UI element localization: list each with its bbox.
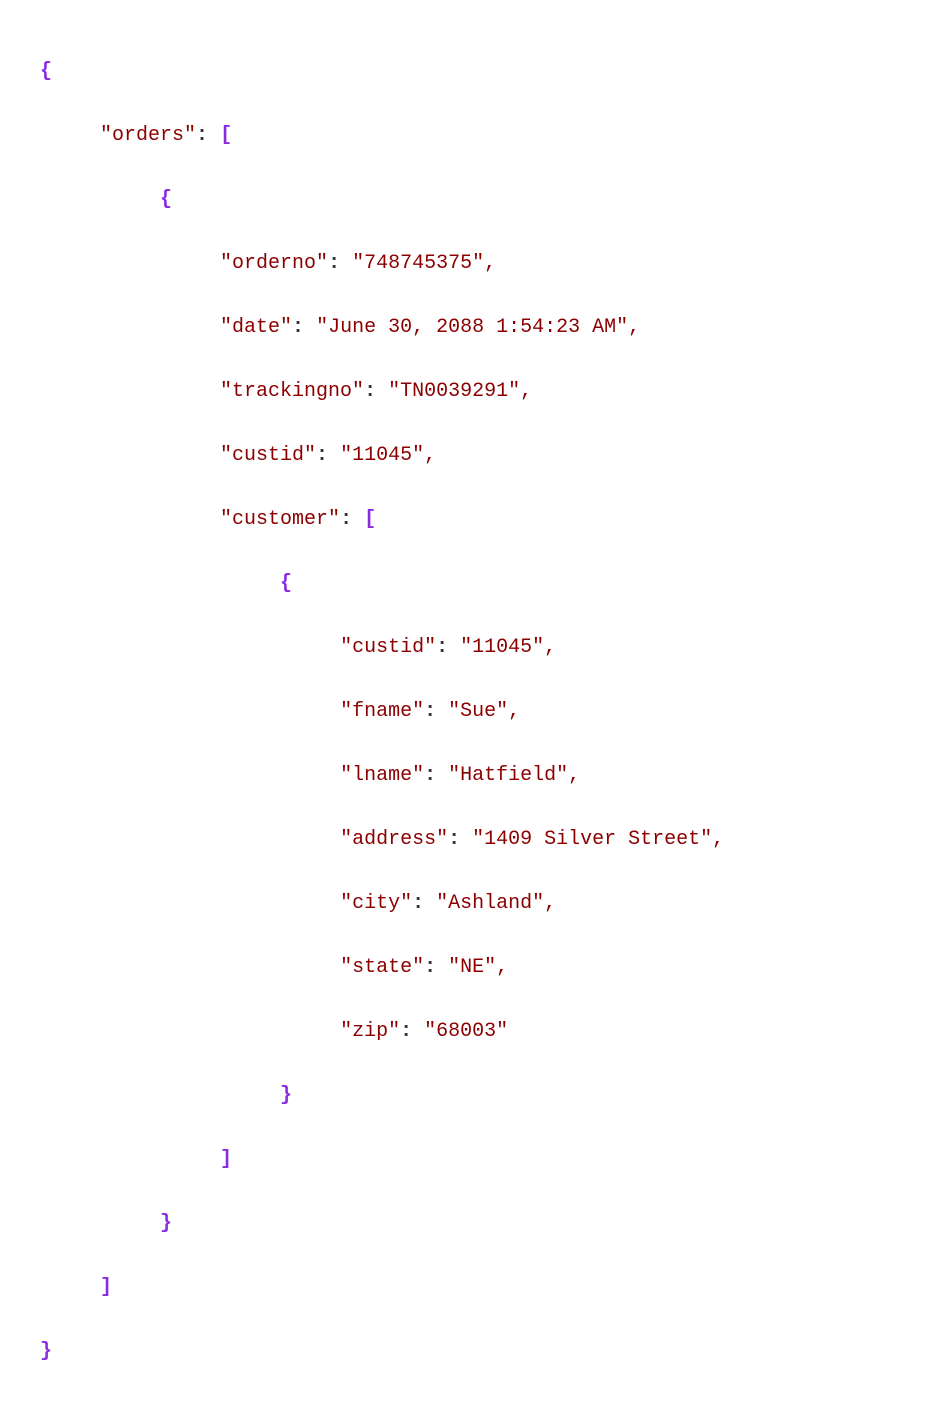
json-key: "trackingno"	[220, 380, 364, 403]
bracket-close: ]	[220, 1148, 232, 1171]
json-key: "city"	[340, 892, 412, 915]
code-line: ]	[40, 1144, 904, 1176]
brace-close: }	[40, 1340, 52, 1363]
json-value: "11045"	[460, 636, 544, 659]
brace-open: {	[40, 60, 52, 83]
code-line: "city": "Ashland",	[40, 888, 904, 920]
code-line: {	[40, 568, 904, 600]
json-key: "fname"	[340, 700, 424, 723]
json-key: "date"	[220, 316, 292, 339]
json-code-block: { "orders": [ { "orderno": "748745375", …	[40, 24, 904, 1400]
code-line: "trackingno": "TN0039291",	[40, 376, 904, 408]
code-line: ]	[40, 1272, 904, 1304]
json-value: "11045"	[340, 444, 424, 467]
code-line: "orders": [	[40, 120, 904, 152]
code-line: "lname": "Hatfield",	[40, 760, 904, 792]
code-line: {	[40, 56, 904, 88]
code-line: "customer": [	[40, 504, 904, 536]
brace-open: {	[280, 572, 292, 595]
code-line: "address": "1409 Silver Street",	[40, 824, 904, 856]
code-line: "custid": "11045",	[40, 632, 904, 664]
json-value: "68003"	[424, 1020, 508, 1043]
json-key: "zip"	[340, 1020, 400, 1043]
json-value: "NE"	[448, 956, 496, 979]
json-key: "customer"	[220, 508, 340, 531]
code-line: "state": "NE",	[40, 952, 904, 984]
json-key: "state"	[340, 956, 424, 979]
brace-open: {	[160, 188, 172, 211]
json-value: "Sue"	[448, 700, 508, 723]
json-value: "748745375"	[352, 252, 484, 275]
brace-close: }	[280, 1084, 292, 1107]
json-value: "June 30, 2088 1:54:23 AM"	[316, 316, 628, 339]
bracket-close: ]	[100, 1276, 112, 1299]
json-key: "orderno"	[220, 252, 328, 275]
code-line: "orderno": "748745375",	[40, 248, 904, 280]
bracket-open: [	[364, 508, 376, 531]
code-line: "zip": "68003"	[40, 1016, 904, 1048]
code-line: "fname": "Sue",	[40, 696, 904, 728]
json-value: "Hatfield"	[448, 764, 568, 787]
bracket-open: [	[220, 124, 232, 147]
code-line: }	[40, 1336, 904, 1368]
json-key: "orders"	[100, 124, 196, 147]
code-line: {	[40, 184, 904, 216]
code-line: "date": "June 30, 2088 1:54:23 AM",	[40, 312, 904, 344]
code-line: }	[40, 1208, 904, 1240]
json-key: "address"	[340, 828, 448, 851]
json-key: "custid"	[220, 444, 316, 467]
json-value: "Ashland"	[436, 892, 544, 915]
brace-close: }	[160, 1212, 172, 1235]
json-value: "1409 Silver Street"	[472, 828, 712, 851]
json-value: "TN0039291"	[388, 380, 520, 403]
json-key: "custid"	[340, 636, 436, 659]
code-line: "custid": "11045",	[40, 440, 904, 472]
code-line: }	[40, 1080, 904, 1112]
json-key: "lname"	[340, 764, 424, 787]
